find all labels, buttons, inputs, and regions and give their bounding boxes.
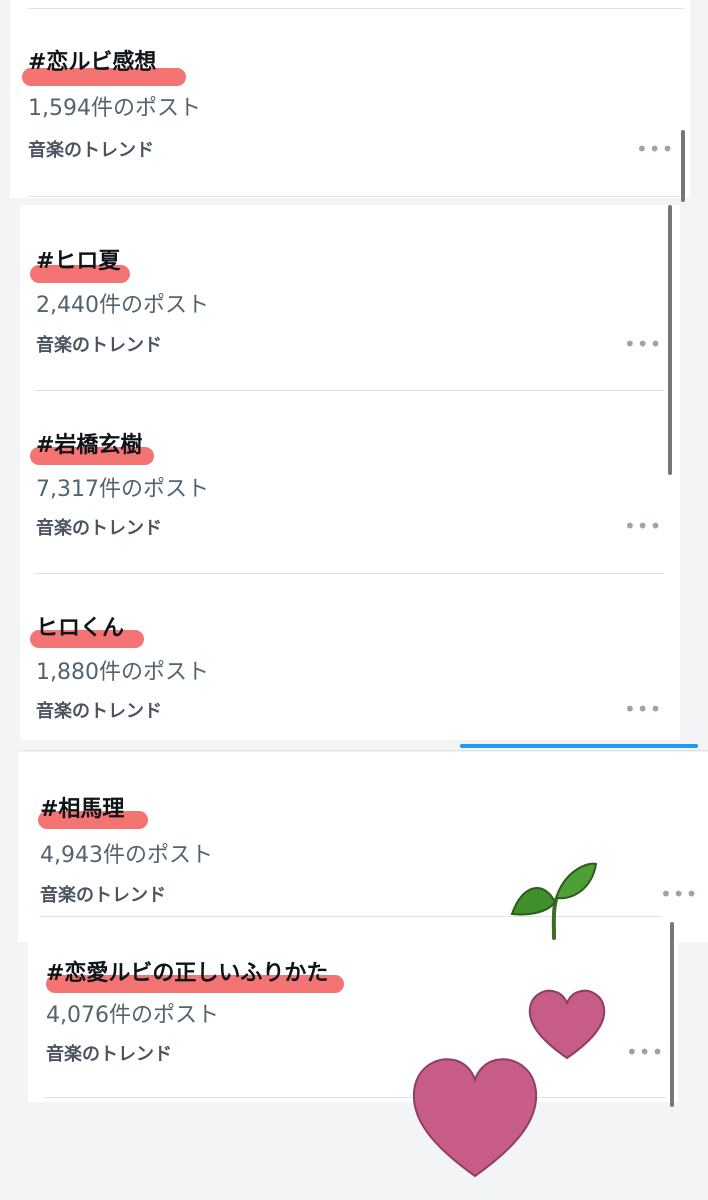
trend-count: 4,076件のポスト [46,1003,219,1028]
divider [34,390,664,391]
trend-title[interactable]: #岩橋玄樹 [36,427,142,459]
more-horizontal-icon[interactable]: ••• [624,334,662,354]
heart-sticker [528,989,606,1060]
trend-category: 音楽のトレンド [28,140,154,161]
trend-title[interactable]: #相馬理 [40,791,124,823]
trend-category: 音楽のトレンド [46,1044,172,1065]
divider [44,1097,666,1098]
trend-count: 1,594件のポスト [28,96,201,121]
trend-category: 音楽のトレンド [36,335,162,356]
divider [28,8,684,9]
more-horizontal-icon[interactable]: ••• [626,1042,664,1062]
divider [34,573,664,574]
trend-item[interactable]: #ヒロ夏 2,440件のポスト 音楽のトレンド ••• [30,243,666,363]
trend-item[interactable]: #相馬理 4,943件のポスト 音楽のトレンド ••• [38,791,705,911]
tab-indicator [460,744,698,748]
trend-item[interactable]: #恋ルビ感想 1,594件のポスト 音楽のトレンド ••• [22,44,688,164]
heart-sticker [412,1058,538,1178]
divider [22,750,708,751]
trend-title[interactable]: #恋愛ルビの正しいふりかた [46,955,328,987]
trend-item[interactable]: ヒロくん 1,880件のポスト 音楽のトレンド ••• [30,610,666,730]
trend-title[interactable]: #恋ルビ感想 [28,44,156,76]
trend-item[interactable]: #岩橋玄樹 7,317件のポスト 音楽のトレンド ••• [30,427,666,547]
more-horizontal-icon[interactable]: ••• [624,516,662,536]
more-horizontal-icon[interactable]: ••• [636,139,674,159]
scrollbar[interactable] [670,922,674,1107]
trend-category: 音楽のトレンド [36,701,162,722]
trend-count: 4,943件のポスト [40,843,213,868]
trend-count: 7,317件のポスト [36,477,209,502]
trend-count: 2,440件のポスト [36,293,209,318]
scrollbar[interactable] [668,205,672,475]
trend-category: 音楽のトレンド [36,518,162,539]
trend-category: 音楽のトレンド [40,885,166,906]
divider [28,196,680,197]
trend-title[interactable]: #ヒロ夏 [36,243,120,275]
more-horizontal-icon[interactable]: ••• [660,884,698,904]
trend-count: 1,880件のポスト [36,660,209,685]
more-horizontal-icon[interactable]: ••• [624,699,662,719]
sprout-sticker [510,862,598,940]
trend-title[interactable]: ヒロくん [36,610,124,642]
